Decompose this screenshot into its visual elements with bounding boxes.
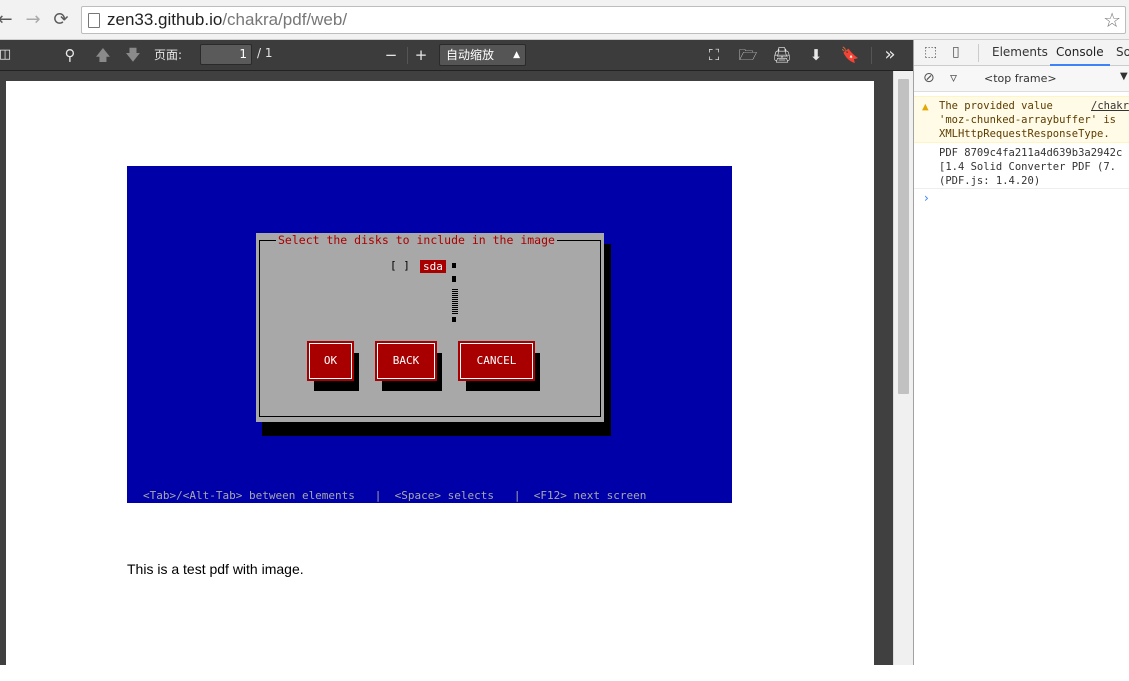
back-arrow-icon[interactable]: ← bbox=[0, 8, 16, 32]
console-filter-bar: ⊘ ▿ <top frame> ▼ bbox=[914, 66, 1129, 92]
filter-icon[interactable]: ▿ bbox=[950, 70, 957, 86]
chevron-down-icon[interactable]: ▼ bbox=[1120, 71, 1128, 82]
ok-button: OK bbox=[307, 341, 354, 381]
scroll-marker bbox=[452, 317, 456, 322]
scroll-marker bbox=[452, 263, 456, 268]
presentation-mode-icon[interactable]: ⛶ bbox=[704, 45, 724, 65]
log-line: [1.4 Solid Converter PDF (7. bbox=[939, 161, 1117, 173]
page-total: / 1 bbox=[257, 46, 273, 60]
scrollbar-thumb[interactable] bbox=[898, 79, 909, 394]
devtools-panel: ⬚ ▯ Elements Console So ⊘ ▿ <top frame> … bbox=[913, 40, 1129, 665]
inspect-element-icon[interactable]: ⬚ bbox=[924, 44, 937, 60]
url-input[interactable]: zen33.github.io/chakra/pdf/web/ ☆ bbox=[81, 6, 1126, 34]
tab-elements[interactable]: Elements bbox=[992, 45, 1048, 59]
pdf-page: Select the disks to include in the image… bbox=[6, 81, 874, 681]
scroll-marker bbox=[452, 276, 456, 282]
console-log: PDF 8709c4fa211a4d639b3a2942c [1.4 Solid… bbox=[914, 144, 1129, 189]
browser-address-bar: ← → ⟳ zen33.github.io/chakra/pdf/web/ ☆ bbox=[0, 0, 1129, 40]
warning-source-link[interactable]: /chakr bbox=[1091, 99, 1129, 113]
pdf-caption: This is a test pdf with image. bbox=[127, 561, 304, 577]
frame-selector[interactable]: <top frame> bbox=[984, 72, 1057, 85]
url-text: zen33.github.io/chakra/pdf/web/ bbox=[107, 10, 348, 29]
sidebar-toggle-icon[interactable]: ◫ bbox=[0, 45, 12, 65]
log-line: PDF 8709c4fa211a4d639b3a2942c bbox=[939, 147, 1123, 159]
next-page-icon[interactable]: 🡇 bbox=[123, 45, 143, 65]
search-icon[interactable]: ⚲ bbox=[60, 45, 80, 65]
console-prompt[interactable]: › bbox=[924, 191, 929, 205]
scroll-track bbox=[452, 288, 458, 314]
bookmark-star-icon[interactable]: ☆ bbox=[1103, 8, 1121, 32]
reload-icon[interactable]: ⟳ bbox=[50, 8, 72, 32]
tab-divider bbox=[978, 44, 979, 62]
zoom-in-button[interactable]: + bbox=[411, 45, 431, 65]
download-icon[interactable]: ⬇ bbox=[806, 45, 826, 65]
toolbar-divider bbox=[407, 47, 408, 64]
forward-arrow-icon[interactable]: → bbox=[22, 8, 44, 32]
tab-sources[interactable]: So bbox=[1116, 45, 1129, 59]
log-line: (PDF.js: 1.4.20) bbox=[939, 175, 1041, 187]
installer-dialog: Select the disks to include in the image… bbox=[256, 233, 604, 422]
tools-menu-button[interactable]: » bbox=[879, 45, 901, 65]
disk-item-sda: sda bbox=[420, 260, 446, 273]
zoom-select[interactable]: 自动缩放 ▲ bbox=[439, 44, 526, 66]
pdf-toolbar: ◫ ⚲ 🡅 🡇 页面: 1 / 1 − + 自动缩放 ▲ ⛶ 🗁 🖨 ⬇ 🔖 » bbox=[0, 40, 913, 71]
console-warning: ▲ The provided value 'moz-chunked-arrayb… bbox=[914, 96, 1129, 143]
pdf-viewer[interactable]: Select the disks to include in the image… bbox=[0, 71, 913, 681]
zoom-select-value: 自动缩放 bbox=[446, 48, 495, 62]
cancel-button: CANCEL bbox=[458, 341, 535, 381]
zoom-out-button[interactable]: − bbox=[381, 45, 401, 65]
print-icon[interactable]: 🖨 bbox=[772, 45, 792, 65]
page-label: 页面: bbox=[154, 48, 183, 62]
dialog-title: Select the disks to include in the image bbox=[276, 233, 557, 247]
select-arrows-icon: ▲ bbox=[513, 50, 520, 60]
clear-console-icon[interactable]: ⊘ bbox=[923, 70, 935, 86]
bookmark-icon[interactable]: 🔖 bbox=[840, 45, 860, 65]
open-file-icon[interactable]: 🗁 bbox=[738, 45, 758, 65]
page-icon bbox=[88, 13, 100, 28]
toolbar-divider bbox=[871, 47, 872, 64]
installer-status-line: <Tab>/<Alt-Tab> between elements | <Spac… bbox=[143, 489, 647, 502]
disk-checkbox: [ ] bbox=[390, 259, 410, 272]
page-number-input[interactable]: 1 bbox=[200, 44, 252, 65]
device-mode-icon[interactable]: ▯ bbox=[952, 44, 960, 60]
viewer-scrollbar[interactable] bbox=[893, 71, 913, 665]
back-button: BACK bbox=[375, 341, 437, 381]
warning-line: 'moz-chunked-arraybuffer' is bbox=[939, 114, 1117, 126]
pdf-embedded-image: Select the disks to include in the image… bbox=[127, 166, 732, 503]
devtools-tabbar: ⬚ ▯ Elements Console So bbox=[914, 40, 1129, 66]
previous-page-icon[interactable]: 🡅 bbox=[93, 45, 113, 65]
warning-icon: ▲ bbox=[922, 100, 929, 113]
tab-console[interactable]: Console bbox=[1050, 45, 1110, 66]
warning-line: XMLHttpRequestResponseType. bbox=[939, 128, 1110, 140]
